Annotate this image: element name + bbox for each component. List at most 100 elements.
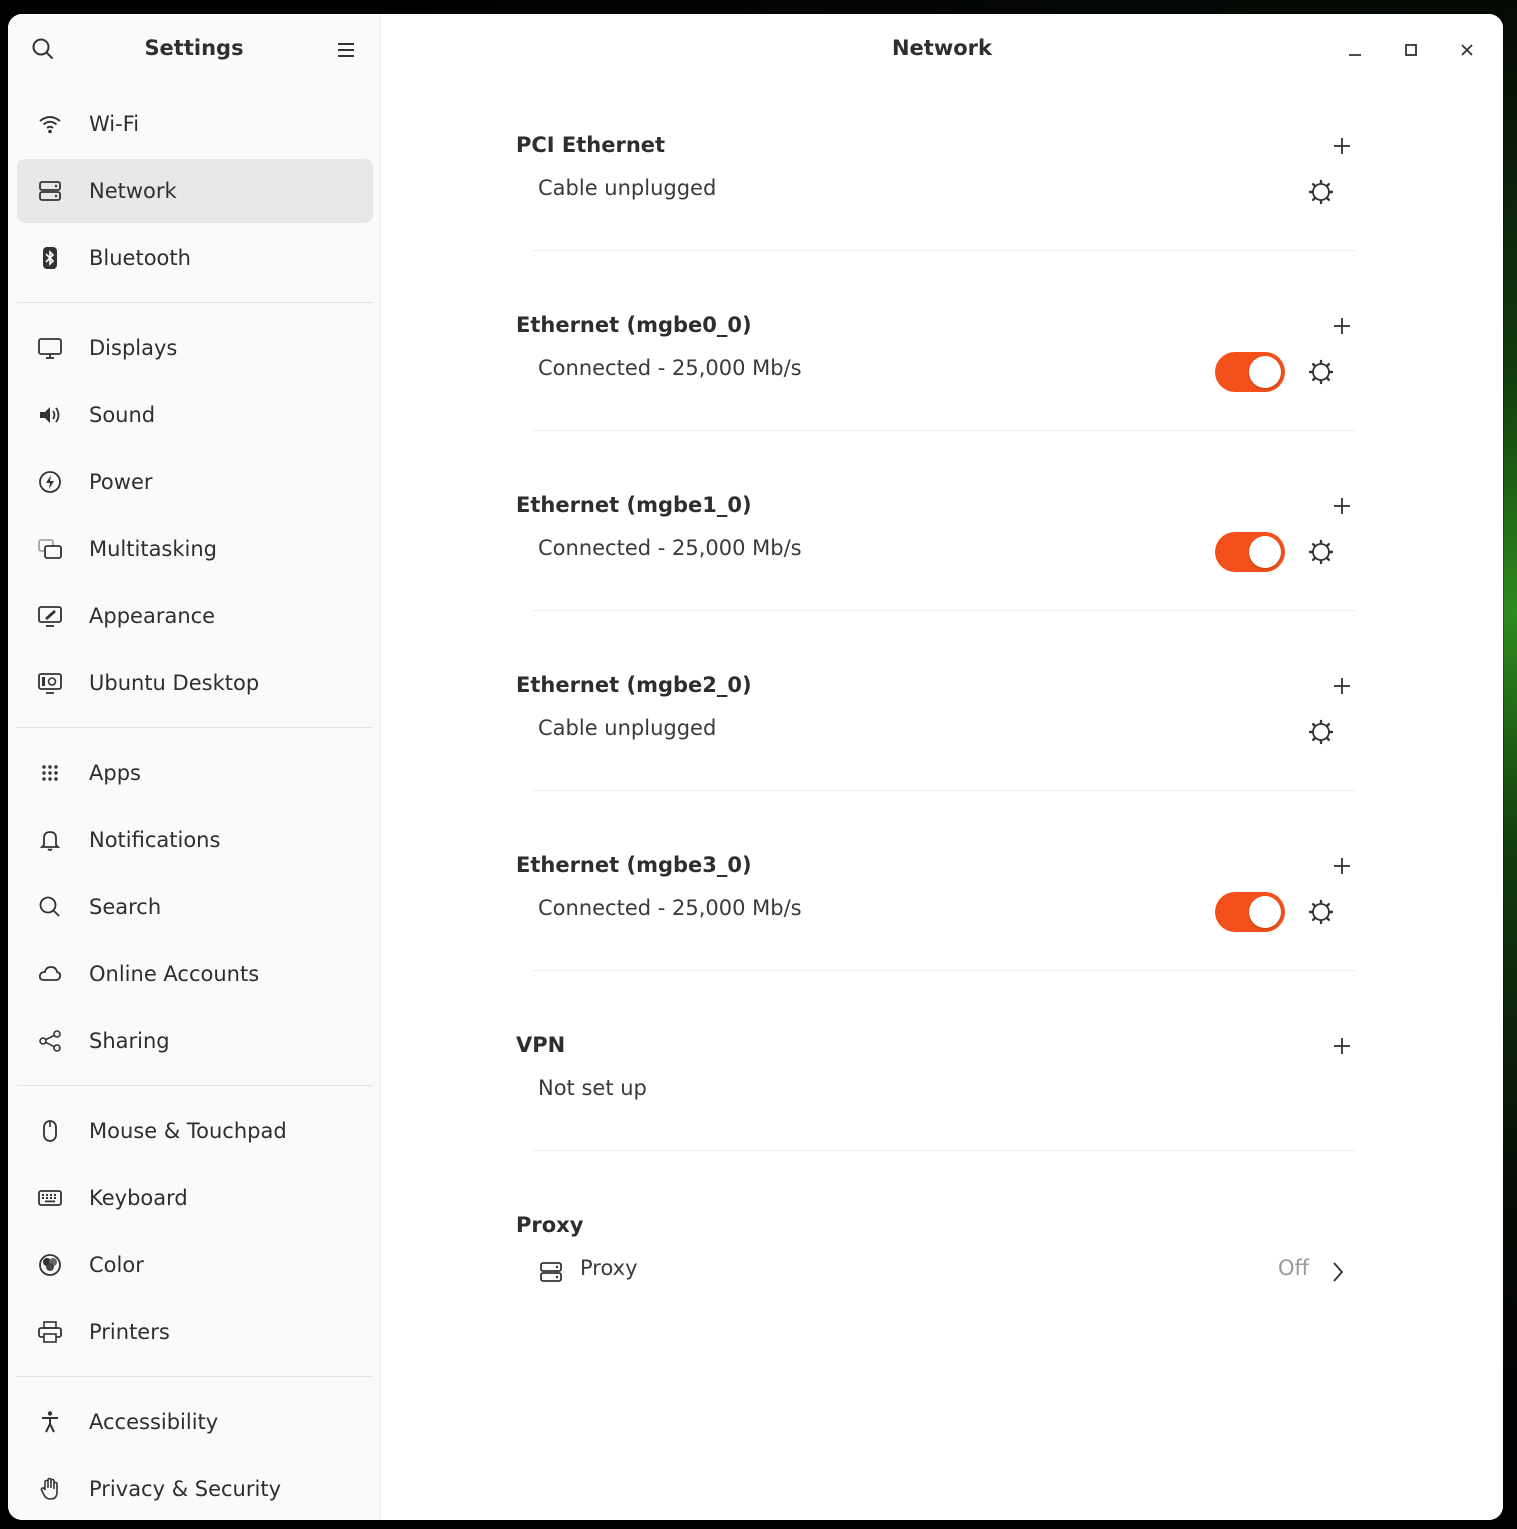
network-icon <box>37 178 63 204</box>
settings-window: Settings Wi-Fi Network Bluetooth Displays So… <box>8 14 1503 1520</box>
main-panel: Network PCI Ethernet Cable unplugged Ether… <box>381 14 1503 1520</box>
section-title: Proxy <box>516 1213 584 1237</box>
add-icon[interactable] <box>1328 852 1356 880</box>
sidebar-item-power[interactable]: Power <box>17 450 373 514</box>
sidebar-item-printers[interactable]: Printers <box>17 1300 373 1364</box>
add-icon[interactable] <box>1328 312 1356 340</box>
add-icon[interactable] <box>1328 492 1356 520</box>
add-icon[interactable] <box>1328 1032 1356 1060</box>
cloud-icon <box>37 961 63 987</box>
sidebar-item-notifications[interactable]: Notifications <box>17 808 373 872</box>
connection-status: Cable unplugged <box>538 176 717 200</box>
gear-icon[interactable] <box>1307 538 1335 566</box>
color-icon <box>37 1252 63 1278</box>
sidebar-item-accessibility[interactable]: Accessibility <box>17 1390 373 1454</box>
add-icon[interactable] <box>1328 672 1356 700</box>
main-header: Network <box>381 14 1503 84</box>
sidebar-item-privacy-security[interactable]: Privacy & Security <box>17 1457 373 1520</box>
proxy-section: Proxy Proxy Off <box>516 1196 1356 1376</box>
sidebar-divider <box>17 727 373 728</box>
sidebar-item-search[interactable]: Search <box>17 875 373 939</box>
sidebar-title: Settings <box>144 36 244 60</box>
maximize-icon[interactable] <box>1397 36 1425 64</box>
add-icon[interactable] <box>1328 132 1356 160</box>
toggle-knob <box>1249 536 1281 568</box>
display-icon <box>37 335 63 361</box>
sidebar-item-apps[interactable]: Apps <box>17 741 373 805</box>
sidebar-item-label: Wi-Fi <box>89 112 140 136</box>
sidebar-item-label: Notifications <box>89 828 221 852</box>
sidebar-list: Wi-Fi Network Bluetooth Displays Sound Power M… <box>17 92 373 1520</box>
sidebar-item-label: Multitasking <box>89 537 218 561</box>
toggle-knob <box>1249 896 1281 928</box>
ethernet-section: Ethernet (mgbe1_0) Connected - 25,000 Mb/… <box>516 476 1356 656</box>
divider <box>533 610 1356 611</box>
chevron-right-icon <box>1328 1260 1346 1284</box>
gear-icon[interactable] <box>1307 358 1335 386</box>
sidebar-item-label: Mouse & Touchpad <box>89 1119 287 1143</box>
divider <box>533 250 1356 251</box>
sidebar-item-label: Printers <box>89 1320 170 1344</box>
gear-icon[interactable] <box>1307 178 1335 206</box>
sidebar-item-label: Power <box>89 470 153 494</box>
sidebar-item-online-accounts[interactable]: Online Accounts <box>17 942 373 1006</box>
ethernet-section: Ethernet (mgbe2_0) Cable unplugged <box>516 656 1356 836</box>
sidebar-item-network[interactable]: Network <box>17 159 373 223</box>
hamburger-menu-icon[interactable] <box>334 38 358 62</box>
connection-toggle[interactable] <box>1215 892 1285 932</box>
ethernet-section: Ethernet (mgbe3_0) Connected - 25,000 Mb/… <box>516 836 1356 1016</box>
gear-icon[interactable] <box>1307 718 1335 746</box>
network-content: PCI Ethernet Cable unplugged Ethernet (mgb… <box>516 116 1356 1376</box>
sidebar-item-label: Sound <box>89 403 156 427</box>
sidebar-item-sharing[interactable]: Sharing <box>17 1009 373 1073</box>
sidebar-divider <box>17 1376 373 1377</box>
sidebar-item-label: Network <box>89 179 177 203</box>
toggle-knob <box>1249 356 1281 388</box>
sidebar-item-sound[interactable]: Sound <box>17 383 373 447</box>
ethernet-section: PCI Ethernet Cable unplugged <box>516 116 1356 296</box>
sidebar-item-displays[interactable]: Displays <box>17 316 373 380</box>
connection-toggle[interactable] <box>1215 352 1285 392</box>
wifi-icon <box>37 111 63 137</box>
speaker-icon <box>37 402 63 428</box>
apps-grid-icon <box>37 760 63 786</box>
close-icon[interactable] <box>1453 36 1481 64</box>
sidebar-item-appearance[interactable]: Appearance <box>17 584 373 648</box>
sidebar-divider <box>17 1085 373 1086</box>
search-icon <box>37 894 63 920</box>
sidebar: Settings Wi-Fi Network Bluetooth Displays So… <box>8 14 381 1520</box>
sidebar-item-color[interactable]: Color <box>17 1233 373 1297</box>
minimize-icon[interactable] <box>1341 36 1369 64</box>
ethernet-section: Ethernet (mgbe0_0) Connected - 25,000 Mb/… <box>516 296 1356 476</box>
sidebar-item-label: Bluetooth <box>89 246 191 270</box>
printer-icon <box>37 1319 63 1345</box>
section-title: Ethernet (mgbe3_0) <box>516 853 752 877</box>
sidebar-item-mouse-touchpad[interactable]: Mouse & Touchpad <box>17 1099 373 1163</box>
bell-icon <box>37 827 63 853</box>
appearance-icon <box>37 603 63 629</box>
vpn-section: VPN Not set up <box>516 1016 1356 1196</box>
connection-toggle[interactable] <box>1215 532 1285 572</box>
connection-status: Connected - 25,000 Mb/s <box>538 536 802 560</box>
sidebar-item-bluetooth[interactable]: Bluetooth <box>17 226 373 290</box>
divider <box>533 1150 1356 1151</box>
gear-icon[interactable] <box>1307 898 1335 926</box>
keyboard-icon <box>37 1185 63 1211</box>
sidebar-item-multitasking[interactable]: Multitasking <box>17 517 373 581</box>
sidebar-item-ubuntu-desktop[interactable]: Ubuntu Desktop <box>17 651 373 715</box>
divider <box>533 430 1356 431</box>
sidebar-item-label: Online Accounts <box>89 962 260 986</box>
hand-icon <box>37 1476 63 1502</box>
ubuntu-desktop-icon <box>37 670 63 696</box>
sidebar-divider <box>17 302 373 303</box>
proxy-value: Off <box>1278 1256 1309 1280</box>
sidebar-item-keyboard[interactable]: Keyboard <box>17 1166 373 1230</box>
divider <box>533 790 1356 791</box>
section-title: PCI Ethernet <box>516 133 666 157</box>
sidebar-item-wi-fi[interactable]: Wi-Fi <box>17 92 373 156</box>
mouse-icon <box>37 1118 63 1144</box>
sidebar-item-label: Keyboard <box>89 1186 188 1210</box>
accessibility-icon <box>37 1409 63 1435</box>
sidebar-header: Settings <box>8 14 380 84</box>
sidebar-item-label: Search <box>89 895 162 919</box>
